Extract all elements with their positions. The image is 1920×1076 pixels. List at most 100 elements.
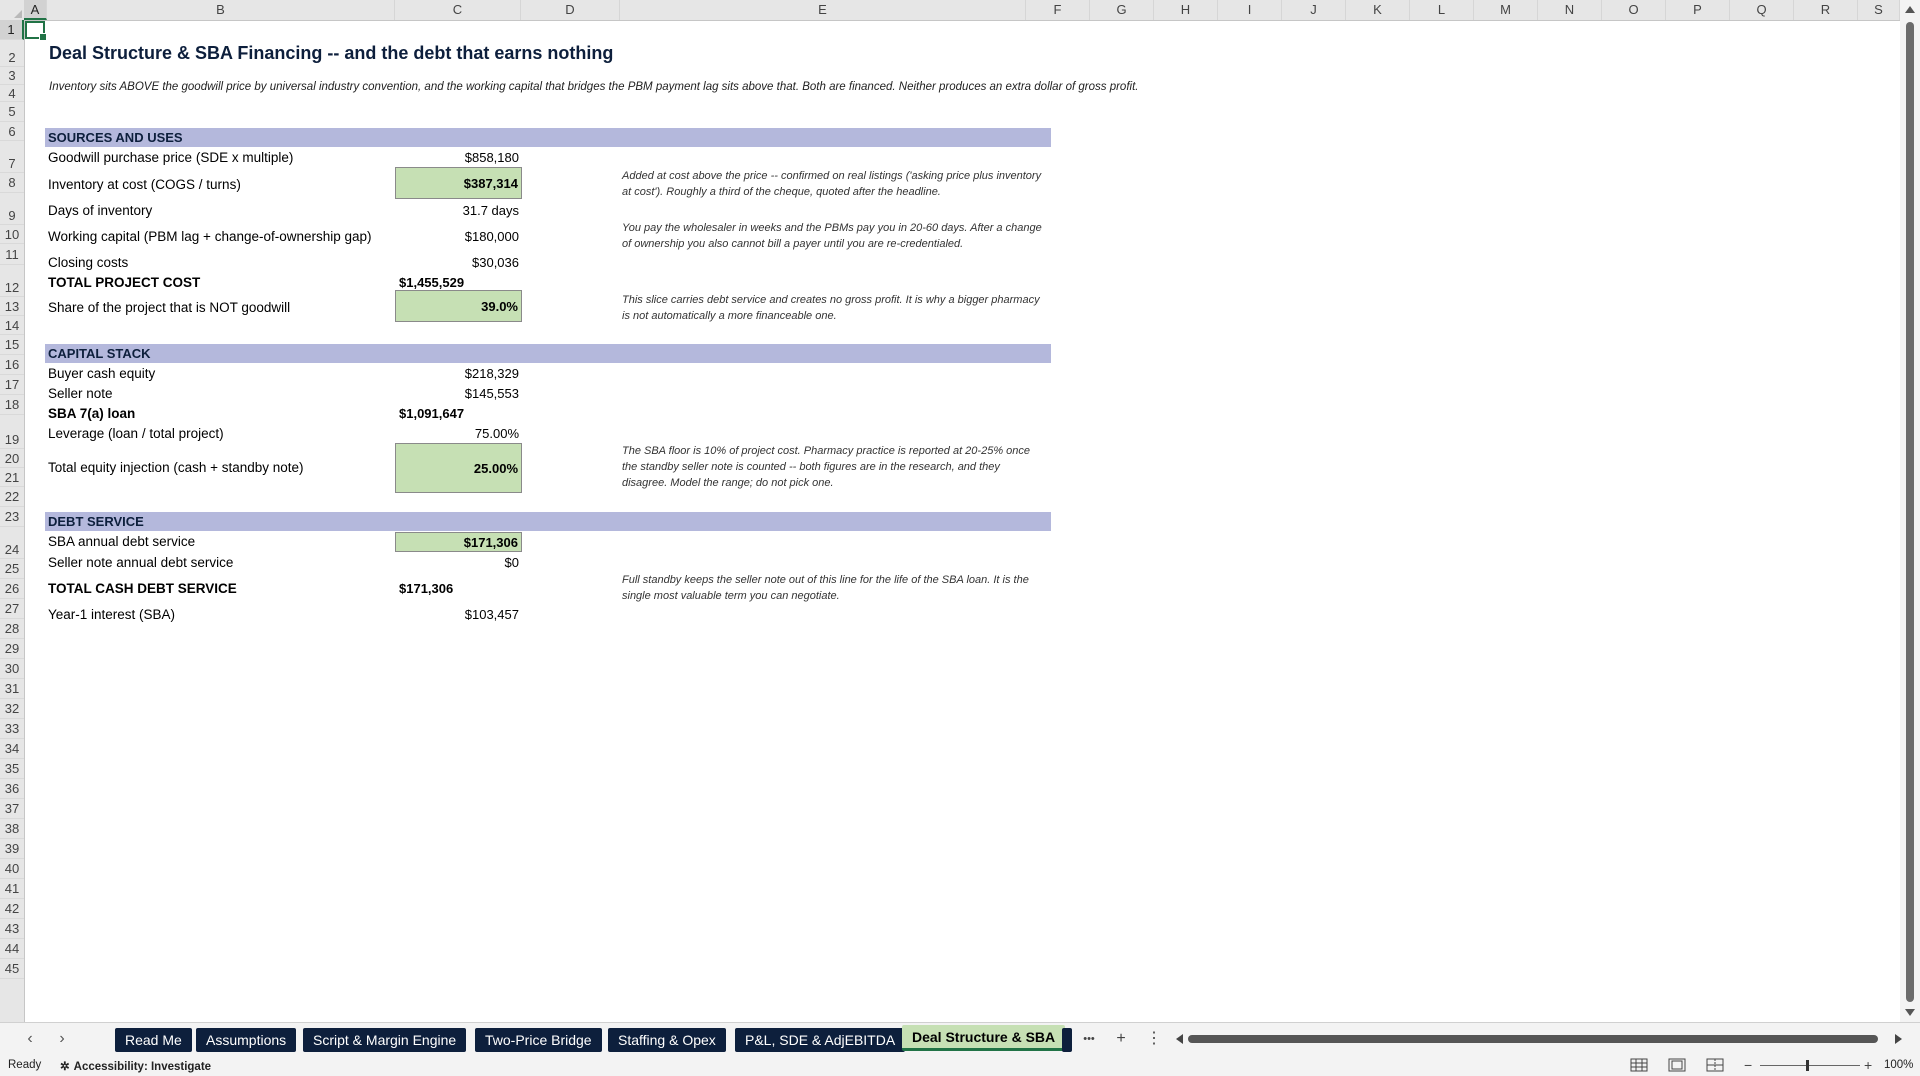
- worksheet-grid[interactable]: Deal Structure & SBA Financing -- and th…: [25, 21, 1900, 1022]
- scroll-left-icon[interactable]: [1176, 1034, 1183, 1044]
- input-cell-equity-injection[interactable]: 25.00%: [395, 443, 522, 493]
- zoom-level[interactable]: 100%: [1884, 1059, 1913, 1071]
- row-header-24[interactable]: 24: [0, 527, 24, 559]
- normal-view-icon[interactable]: [1630, 1058, 1648, 1072]
- tab-deal-structure-sba[interactable]: Deal Structure & SBA: [902, 1025, 1066, 1051]
- row-header-23[interactable]: 23: [0, 507, 24, 527]
- row-header-18[interactable]: 18: [0, 395, 24, 415]
- row-header-31[interactable]: 31: [0, 679, 24, 699]
- row-label-days-inventory[interactable]: Days of inventory: [48, 203, 152, 218]
- row-label-working-capital[interactable]: Working capital (PBM lag + change-of-own…: [48, 229, 372, 244]
- row-header-33[interactable]: 33: [0, 719, 24, 739]
- scroll-up-icon[interactable]: [1905, 6, 1915, 13]
- tab-assumptions[interactable]: Assumptions: [196, 1028, 297, 1052]
- row-header-42[interactable]: 42: [0, 899, 24, 919]
- input-cell-sba-debt-service[interactable]: $171,306: [395, 532, 522, 552]
- cell-seller-debt-service-value[interactable]: $0: [395, 555, 519, 570]
- row-header-22[interactable]: 22: [0, 487, 24, 507]
- row-header-37[interactable]: 37: [0, 799, 24, 819]
- row-header-4[interactable]: 4: [0, 85, 24, 102]
- add-sheet-icon[interactable]: +: [1110, 1028, 1132, 1050]
- column-header-G[interactable]: G: [1090, 0, 1154, 20]
- column-header-M[interactable]: M: [1474, 0, 1538, 20]
- row-header-6[interactable]: 6: [0, 122, 24, 141]
- cell-working-capital-value[interactable]: $180,000: [395, 229, 519, 244]
- zoom-slider[interactable]: [1760, 1065, 1860, 1066]
- row-header-41[interactable]: 41: [0, 879, 24, 899]
- row-header-26[interactable]: 26: [0, 579, 24, 599]
- row-header-45[interactable]: 45: [0, 959, 24, 979]
- row-header-39[interactable]: 39: [0, 839, 24, 859]
- input-cell-inventory[interactable]: $387,314: [395, 167, 522, 199]
- scroll-right-icon[interactable]: [1895, 1034, 1902, 1044]
- row-header-14[interactable]: 14: [0, 316, 24, 335]
- row-header-7[interactable]: 7: [0, 141, 24, 173]
- row-header-35[interactable]: 35: [0, 759, 24, 779]
- row-header-32[interactable]: 32: [0, 699, 24, 719]
- row-label-sba-debt-service[interactable]: SBA annual debt service: [48, 534, 195, 549]
- row-label-total-debt-service[interactable]: TOTAL CASH DEBT SERVICE: [48, 581, 237, 596]
- tab-script-margin-engine[interactable]: Script & Margin Engine: [303, 1028, 467, 1052]
- row-header-20[interactable]: 20: [0, 449, 24, 468]
- row-header-11[interactable]: 11: [0, 244, 24, 265]
- cell-sba-loan-value[interactable]: $1,091,647: [399, 406, 464, 421]
- row-header-5[interactable]: 5: [0, 102, 24, 122]
- cell-total-project-value[interactable]: $1,455,529: [399, 275, 464, 290]
- column-header-J[interactable]: J: [1282, 0, 1346, 20]
- cell-closing-costs-value[interactable]: $30,036: [395, 255, 519, 270]
- column-header-R[interactable]: R: [1794, 0, 1858, 20]
- select-all-button[interactable]: [0, 0, 25, 20]
- column-header-S[interactable]: S: [1858, 0, 1900, 20]
- more-sheets-icon[interactable]: •••: [1078, 1028, 1100, 1050]
- row-label-sba-loan[interactable]: SBA 7(a) loan: [48, 406, 135, 421]
- column-header-O[interactable]: O: [1602, 0, 1666, 20]
- column-header-B[interactable]: B: [47, 0, 395, 20]
- cell-days-inventory-value[interactable]: 31.7 days: [395, 203, 519, 218]
- accessibility-status[interactable]: ✲ Accessibility: Investigate: [60, 1059, 211, 1073]
- row-header-1[interactable]: 1: [0, 20, 24, 40]
- row-header-44[interactable]: 44: [0, 939, 24, 959]
- vertical-scroll-thumb[interactable]: [1906, 22, 1914, 1002]
- row-header-25[interactable]: 25: [0, 559, 24, 579]
- tab-pl-sde-adjebitda[interactable]: P&L, SDE & AdjEBITDA: [735, 1028, 906, 1052]
- sheet-menu-icon[interactable]: ⋮: [1143, 1028, 1165, 1050]
- column-header-H[interactable]: H: [1154, 0, 1218, 20]
- tab-two-price-bridge[interactable]: Two-Price Bridge: [475, 1028, 602, 1052]
- page-break-preview-icon[interactable]: [1706, 1058, 1724, 1072]
- next-sheet-icon[interactable]: ›: [52, 1029, 72, 1049]
- column-header-E[interactable]: E: [620, 0, 1026, 20]
- row-header-13[interactable]: 13: [0, 297, 24, 316]
- row-header-8[interactable]: 8: [0, 173, 24, 193]
- column-header-L[interactable]: L: [1410, 0, 1474, 20]
- column-header-P[interactable]: P: [1666, 0, 1730, 20]
- vertical-scrollbar[interactable]: [1900, 0, 1920, 1022]
- row-label-not-goodwill[interactable]: Share of the project that is NOT goodwil…: [48, 300, 290, 315]
- row-header-34[interactable]: 34: [0, 739, 24, 759]
- zoom-out-button[interactable]: −: [1744, 1057, 1752, 1073]
- row-header-38[interactable]: 38: [0, 819, 24, 839]
- row-header-12[interactable]: 12: [0, 265, 24, 297]
- cell-leverage-value[interactable]: 75.00%: [395, 426, 519, 441]
- row-label-closing-costs[interactable]: Closing costs: [48, 255, 128, 270]
- row-header-29[interactable]: 29: [0, 639, 24, 659]
- row-label-leverage[interactable]: Leverage (loan / total project): [48, 426, 224, 441]
- tab-read-me[interactable]: Read Me: [115, 1028, 192, 1052]
- row-label-buyer-cash[interactable]: Buyer cash equity: [48, 366, 155, 381]
- zoom-slider-handle[interactable]: [1806, 1060, 1809, 1071]
- row-header-10[interactable]: 10: [0, 225, 24, 244]
- row-header-9[interactable]: 9: [0, 193, 24, 225]
- row-label-total-project[interactable]: TOTAL PROJECT COST: [48, 275, 200, 290]
- row-header-43[interactable]: 43: [0, 919, 24, 939]
- cell-buyer-cash-value[interactable]: $218,329: [395, 366, 519, 381]
- scroll-down-icon[interactable]: [1905, 1009, 1915, 1016]
- cell-seller-note-value[interactable]: $145,553: [395, 386, 519, 401]
- column-header-Q[interactable]: Q: [1730, 0, 1794, 20]
- row-header-40[interactable]: 40: [0, 859, 24, 879]
- input-cell-not-goodwill[interactable]: 39.0%: [395, 290, 522, 322]
- page-layout-icon[interactable]: [1668, 1058, 1686, 1072]
- column-header-I[interactable]: I: [1218, 0, 1282, 20]
- row-header-16[interactable]: 16: [0, 355, 24, 375]
- row-header-27[interactable]: 27: [0, 599, 24, 619]
- row-header-21[interactable]: 21: [0, 468, 24, 487]
- row-header-36[interactable]: 36: [0, 779, 24, 799]
